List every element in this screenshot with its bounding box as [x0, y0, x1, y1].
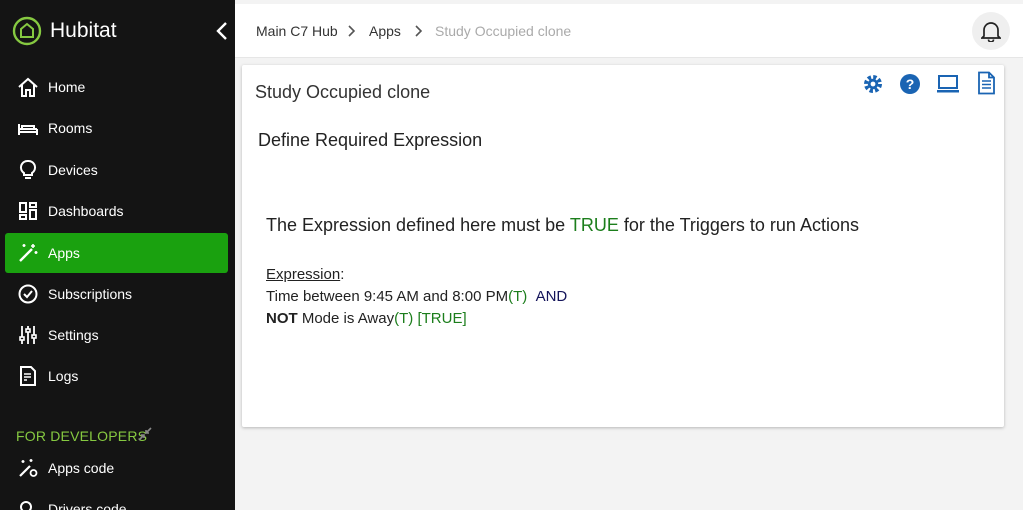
card-title: Study Occupied clone: [255, 82, 431, 102]
sidebar-item-label: Rooms: [48, 120, 93, 136]
sidebar-item-apps[interactable]: Apps: [5, 233, 228, 273]
wand-gear-icon: [19, 459, 38, 477]
sidebar-item-home[interactable]: Home: [5, 67, 228, 107]
section-title: Define Required Expression: [258, 130, 483, 150]
expression-label-colon: :: [340, 266, 345, 283]
expression-label: Expression:: [266, 266, 344, 283]
log-file-icon: [20, 366, 36, 386]
sidebar-item-apps-code[interactable]: Apps code: [5, 448, 228, 488]
sidebar-item-label: Settings: [48, 327, 99, 343]
intro-prefix: The Expression defined here must be: [266, 215, 570, 235]
expression-line-1: Time between 9:45 AM and 8:00 PM(T) AND: [266, 288, 567, 305]
bed-icon: [18, 124, 38, 135]
hubitat-logo-icon: [12, 16, 42, 46]
line2-not: NOT: [266, 310, 298, 327]
check-circle-icon: [18, 284, 38, 304]
driver-gear-icon: [20, 501, 32, 510]
sidebar-item-settings[interactable]: Settings: [5, 315, 228, 355]
sidebar-item-label: Home: [48, 79, 86, 95]
breadcrumb-current: Study Occupied clone: [435, 23, 572, 39]
sidebar-item-label: Devices: [48, 162, 98, 178]
app-card: Study Occupied clone ? Define Required E…: [242, 65, 1004, 427]
line2-text: Mode is Away: [297, 310, 395, 327]
intro-true: TRUE: [569, 215, 619, 235]
magic-wand-icon: [19, 244, 38, 262]
expression-intro: The Expression defined here must be TRUE…: [266, 215, 859, 236]
sidebar-item-rooms[interactable]: Rooms: [5, 108, 228, 148]
bell-icon: [981, 22, 1001, 42]
sidebar-item-label: Drivers code: [48, 501, 127, 510]
sidebar: Hubitat Home Rooms Devices Dashboards Ap…: [0, 0, 235, 510]
developers-heading: FOR DEVELOPERS: [16, 428, 148, 444]
sidebar-item-drivers-code[interactable]: Drivers code: [5, 489, 228, 510]
sliders-icon: [19, 326, 37, 344]
document-icon[interactable]: [974, 71, 998, 95]
collapse-sidebar-icon[interactable]: [215, 20, 229, 42]
line1-operator: AND: [535, 288, 568, 305]
breadcrumb-apps[interactable]: Apps: [369, 23, 401, 39]
laptop-icon[interactable]: [936, 72, 960, 96]
svg-text:?: ?: [906, 76, 915, 92]
notifications-button[interactable]: [972, 12, 1010, 50]
dashboard-icon: [19, 202, 37, 220]
brand-header: Hubitat: [0, 0, 235, 62]
sidebar-item-subscriptions[interactable]: Subscriptions: [5, 274, 228, 314]
sidebar-item-label: Logs: [48, 368, 79, 384]
home-icon: [18, 77, 38, 97]
line2-result: [TRUE]: [417, 310, 467, 327]
line2-flag: (T): [394, 310, 414, 327]
sidebar-item-label: Dashboards: [48, 203, 124, 219]
help-icon[interactable]: ?: [898, 72, 922, 96]
brand-name: Hubitat: [50, 19, 117, 42]
collapse-arrows-icon[interactable]: [138, 427, 152, 441]
sidebar-item-label: Subscriptions: [48, 286, 133, 302]
sidebar-item-devices[interactable]: Devices: [5, 150, 228, 190]
sidebar-item-label: Apps: [48, 245, 80, 261]
line1-text: Time between 9:45 AM and 8:00 PM: [266, 288, 509, 305]
top-bar: Main C7 Hub Apps Study Occupied clone: [235, 4, 1023, 58]
chevron-right-icon: [348, 25, 356, 37]
gear-icon[interactable]: [861, 72, 885, 96]
expression-label-text: Expression: [266, 266, 341, 283]
sidebar-item-logs[interactable]: Logs: [5, 356, 228, 396]
line1-flag: (T): [508, 288, 528, 305]
bulb-icon: [19, 160, 37, 179]
breadcrumb-hub[interactable]: Main C7 Hub: [256, 23, 338, 39]
chevron-right-icon: [415, 25, 423, 37]
sidebar-item-label: Apps code: [48, 460, 115, 476]
sidebar-item-dashboards[interactable]: Dashboards: [5, 191, 228, 231]
expression-line-2: NOT Mode is Away(T) [TRUE]: [266, 310, 467, 327]
intro-suffix: for the Triggers to run Actions: [618, 215, 859, 235]
